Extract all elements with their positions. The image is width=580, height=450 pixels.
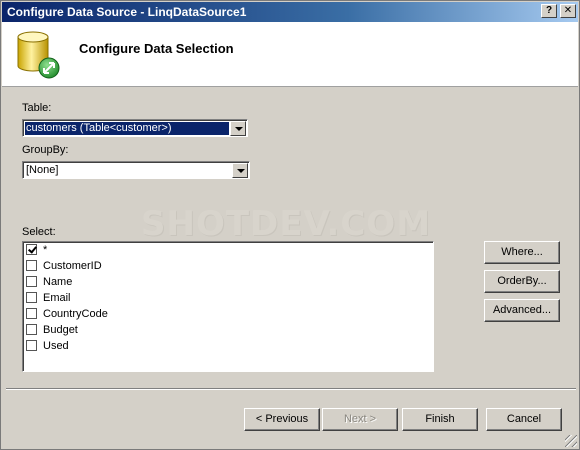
checkbox-icon[interactable] (26, 323, 37, 335)
field-label: Used (43, 340, 69, 352)
field-label: CustomerID (43, 260, 102, 272)
previous-button[interactable]: < Previous (244, 408, 320, 431)
title-bar[interactable]: Configure Data Source - LinqDataSource1 (2, 2, 578, 22)
table-label: Table: (22, 102, 52, 114)
orderby-button[interactable]: OrderBy... (484, 270, 560, 293)
list-item[interactable]: Name (26, 275, 72, 290)
list-item[interactable]: CustomerID (26, 259, 102, 274)
checkbox-icon[interactable] (26, 275, 37, 287)
footer-separator (6, 388, 576, 390)
page-title: Configure Data Selection (79, 41, 234, 56)
window-title: Configure Data Source - LinqDataSource1 (7, 5, 247, 19)
groupby-dropdown-value: [None] (26, 164, 59, 176)
close-button[interactable]: ✕ (560, 4, 576, 18)
checkbox-icon[interactable] (26, 307, 37, 319)
field-label: Budget (43, 324, 78, 336)
checkbox-icon[interactable] (26, 339, 37, 351)
table-dropdown[interactable]: customers (Table<customer>) (22, 119, 248, 137)
list-item[interactable]: Budget (26, 323, 78, 338)
checkbox-icon[interactable] (26, 291, 37, 303)
groupby-dropdown[interactable]: [None] (22, 161, 250, 179)
field-label: * (43, 244, 48, 256)
select-fields-list[interactable]: * CustomerID Name Email CountryCode Budg… (22, 241, 434, 372)
field-label: Name (43, 276, 73, 288)
chevron-down-icon[interactable] (232, 163, 248, 178)
checkbox-checked-icon[interactable] (26, 243, 37, 255)
cancel-button[interactable]: Cancel (486, 408, 562, 431)
configure-data-source-dialog: Configure Data Source - LinqDataSource1 … (0, 0, 580, 450)
help-button[interactable]: ? (541, 4, 557, 18)
field-label: Email (43, 292, 71, 304)
wizard-header: Configure Data Selection (2, 22, 578, 87)
database-icon (17, 31, 60, 79)
finish-button[interactable]: Finish (402, 408, 478, 431)
checkbox-icon[interactable] (26, 259, 37, 271)
advanced-button[interactable]: Advanced... (484, 299, 560, 322)
resize-grip-icon[interactable] (565, 435, 577, 447)
groupby-label: GroupBy: (22, 144, 69, 156)
where-button[interactable]: Where... (484, 241, 560, 264)
chevron-down-icon[interactable] (230, 121, 246, 136)
list-item[interactable]: * (26, 243, 47, 258)
table-dropdown-value: customers (Table<customer>) (25, 122, 229, 135)
list-item[interactable]: Email (26, 291, 71, 306)
field-label: CountryCode (43, 308, 108, 320)
list-item[interactable]: Used (26, 339, 69, 354)
watermark: SHOTDEV.COM (141, 204, 432, 244)
next-button[interactable]: Next > (322, 408, 398, 431)
list-item[interactable]: CountryCode (26, 307, 108, 322)
select-label: Select: (22, 226, 56, 238)
